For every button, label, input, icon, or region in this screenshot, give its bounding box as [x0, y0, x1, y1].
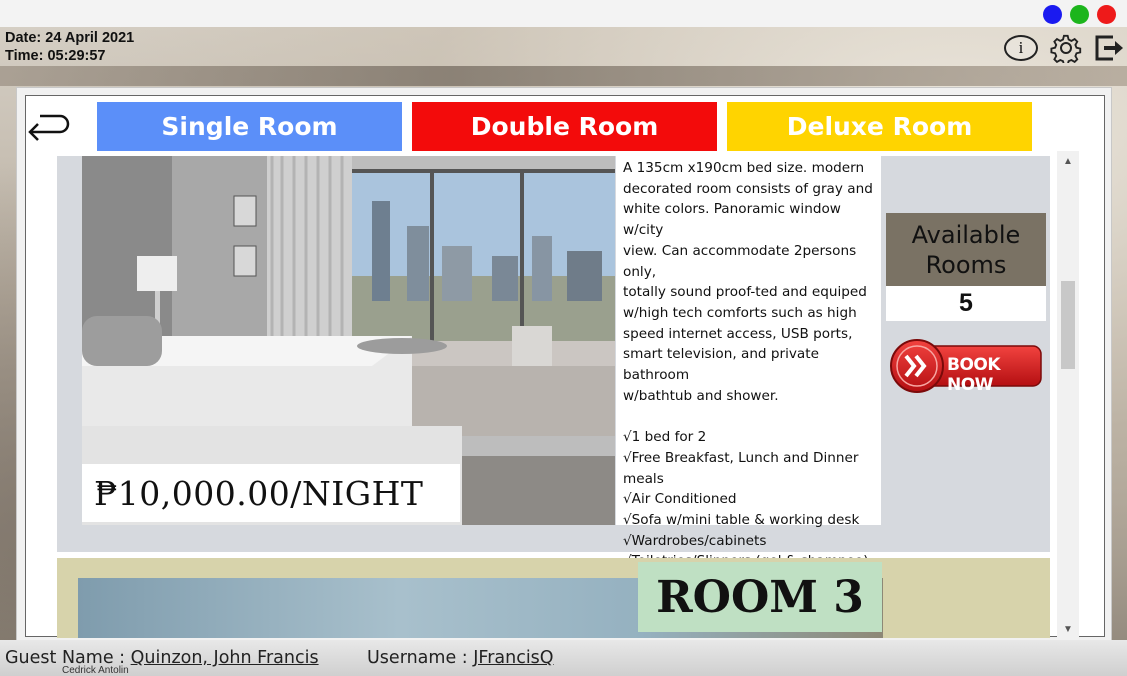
- amenity-item: meals: [623, 470, 664, 487]
- room-price: ₱10,000.00/NIGHT: [82, 464, 460, 522]
- maximize-button[interactable]: [1070, 5, 1089, 24]
- back-arrow-icon: [28, 114, 70, 141]
- amenity-item: √Air Conditioned: [623, 491, 737, 508]
- desc-line: view. Can accommodate 2persons only,: [623, 242, 857, 280]
- desc-line: A 135cm x190cm bed size. modern: [623, 160, 865, 176]
- date-label: Date: 24 April 2021: [5, 30, 135, 46]
- gear-icon: [1050, 34, 1082, 63]
- available-rooms-box: Available Rooms 5: [886, 213, 1046, 321]
- amenity-item: √Sofa w/mini table & working desk: [623, 511, 860, 528]
- time-label: Time: 05:29:57: [5, 48, 106, 64]
- room-number-label: ROOM 3: [638, 562, 882, 632]
- book-now-label: BOOK NOW: [947, 355, 1001, 395]
- scroll-up-icon[interactable]: ▲: [1057, 153, 1079, 171]
- title-bar: [0, 0, 1127, 27]
- desc-line: w/high tech comforts such as high: [623, 304, 857, 321]
- guest-name: Guest Name : Quinzon, John Francis: [5, 648, 319, 668]
- tab-deluxe-room[interactable]: Deluxe Room: [727, 102, 1032, 151]
- amenity-item: √Wardrobes/cabinets: [623, 532, 767, 549]
- desc-line: totally sound proof-ted and equiped: [623, 284, 867, 301]
- username-value: JFrancisQ: [473, 648, 554, 668]
- settings-button[interactable]: [1049, 33, 1083, 63]
- logout-icon: [1095, 35, 1123, 61]
- tab-single-room[interactable]: Single Room: [97, 102, 402, 151]
- back-button[interactable]: [26, 110, 70, 142]
- scroll-down-icon[interactable]: ▼: [1057, 621, 1079, 639]
- minimize-button[interactable]: [1043, 5, 1062, 24]
- info-icon: i: [1004, 35, 1038, 61]
- tab-double-room[interactable]: Double Room: [412, 102, 717, 151]
- available-label-line2: Rooms: [925, 251, 1007, 279]
- room-description: A 135cm x190cm bed size. modern decorate…: [616, 156, 881, 569]
- available-rooms-count: 5: [886, 286, 1046, 321]
- logout-button[interactable]: [1092, 33, 1126, 63]
- info-button[interactable]: i: [1004, 33, 1038, 63]
- amenity-item: √1 bed for 2: [623, 429, 707, 446]
- desc-line: speed internet access, USB ports,: [623, 325, 853, 342]
- desc-line: w/bathtub and shower.: [623, 387, 779, 404]
- book-now-button[interactable]: BOOK NOW: [889, 336, 1045, 396]
- scrollbar-thumb[interactable]: [1061, 281, 1075, 369]
- room-list[interactable]: ₱10,000.00/NIGHT A 135cm x190cm bed size…: [40, 151, 1082, 638]
- desc-line: smart television, and private bathroom: [623, 346, 819, 384]
- username: Username : JFrancisQ: [367, 648, 554, 668]
- vertical-scrollbar[interactable]: ▲ ▼: [1057, 151, 1079, 639]
- amenity-item: √Free Breakfast, Lunch and Dinner: [623, 449, 859, 466]
- guest-name-value: Quinzon, John Francis: [130, 648, 319, 668]
- datetime-display: Date: 24 April 2021 Time: 05:29:57: [5, 29, 134, 65]
- background-caption: Cedrick Antolin: [62, 665, 129, 676]
- desc-spacer: [623, 406, 874, 427]
- available-rooms-label: Available Rooms: [886, 213, 1046, 286]
- desc-line: decorated room consists of gray and: [623, 180, 873, 197]
- username-label: Username :: [367, 648, 474, 668]
- room-card-next: ROOM 3: [57, 558, 1050, 638]
- room-card: ₱10,000.00/NIGHT A 135cm x190cm bed size…: [57, 156, 1050, 569]
- desc-line: white colors. Panoramic window w/city: [623, 201, 841, 239]
- available-label-line1: Available: [911, 221, 1021, 249]
- footer: Guest Name : Quinzon, John Francis Usern…: [0, 646, 1127, 676]
- close-button[interactable]: [1097, 5, 1116, 24]
